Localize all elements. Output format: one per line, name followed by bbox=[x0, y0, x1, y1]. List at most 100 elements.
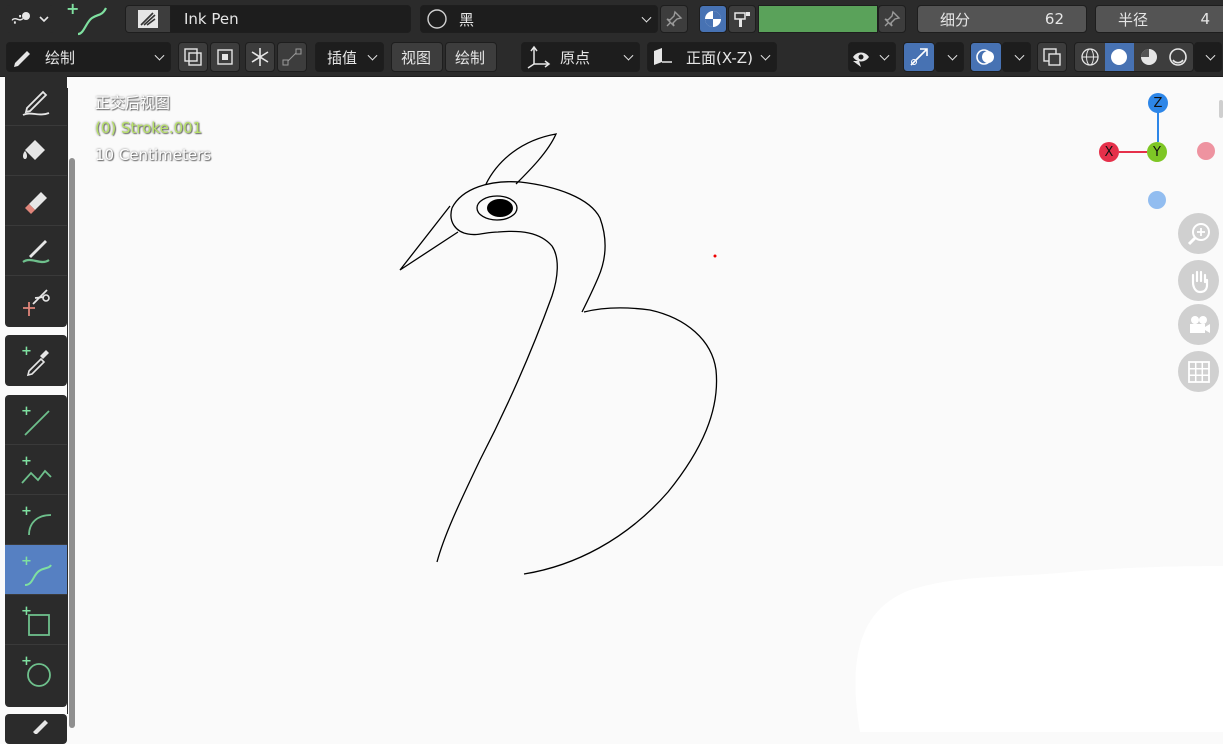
interpolate-menu[interactable]: 插值 bbox=[315, 42, 384, 72]
rendered-sphere-icon bbox=[1169, 48, 1188, 66]
xray-toggle[interactable] bbox=[1037, 42, 1067, 72]
3d-cursor-dot bbox=[713, 254, 717, 258]
vertex-color-button[interactable] bbox=[728, 5, 756, 33]
visibility-dropdown[interactable] bbox=[848, 42, 896, 72]
mode-label: 绘制 bbox=[45, 48, 76, 67]
tool-tint[interactable] bbox=[5, 226, 67, 276]
zoom-icon bbox=[1187, 222, 1210, 245]
pin-color-button[interactable] bbox=[878, 5, 906, 33]
ortho-toggle-button[interactable] bbox=[1178, 351, 1219, 392]
curve-tool-header-icon[interactable]: + bbox=[64, 0, 112, 38]
plane-icon bbox=[654, 48, 672, 65]
material-shading-button[interactable] bbox=[1134, 43, 1164, 71]
mask-button[interactable] bbox=[210, 42, 240, 72]
gizmo-axis-y[interactable]: Y bbox=[1147, 142, 1167, 162]
shading-dropdown[interactable] bbox=[1194, 42, 1222, 72]
tool-line[interactable]: + bbox=[5, 395, 67, 445]
draw-menu-label: 绘制 bbox=[455, 48, 486, 67]
eye-pointer-icon bbox=[853, 52, 869, 67]
snowflake-button[interactable] bbox=[245, 42, 275, 72]
object-name-text: (0) Stroke.001 bbox=[95, 119, 203, 137]
gizmo-dropdown[interactable] bbox=[935, 42, 964, 72]
stroke-select-button[interactable] bbox=[277, 42, 307, 72]
radius-field[interactable]: 半径 4 bbox=[1095, 5, 1223, 33]
tool-curve[interactable]: + bbox=[5, 545, 67, 595]
multiframe-button[interactable] bbox=[178, 42, 208, 72]
snowflake-icon bbox=[251, 48, 269, 66]
zoom-button[interactable] bbox=[1178, 213, 1219, 254]
rendered-shading-button[interactable] bbox=[1164, 43, 1194, 71]
pan-button[interactable] bbox=[1178, 260, 1219, 301]
svg-text:+: + bbox=[21, 344, 32, 359]
gizmo-axis-neg-x[interactable] bbox=[1197, 142, 1215, 160]
viewport-canvas[interactable] bbox=[76, 77, 1223, 732]
wireframe-sphere-icon bbox=[1081, 48, 1099, 66]
gizmo-axis-neg-z[interactable] bbox=[1148, 191, 1166, 209]
tint-brush-icon bbox=[22, 239, 50, 263]
shading-group bbox=[1074, 42, 1194, 72]
tool-eyedropper[interactable]: + bbox=[5, 335, 67, 385]
color-swatch[interactable] bbox=[758, 5, 878, 33]
wireframe-shading-button[interactable] bbox=[1075, 43, 1105, 71]
header-bar: ⩫ + Ink Pen 黑 细分 62 半径 4 bbox=[0, 0, 1223, 38]
pin-icon bbox=[884, 10, 901, 27]
material-sphere-icon bbox=[427, 9, 447, 29]
draw-menu[interactable]: 绘制 bbox=[445, 42, 497, 72]
tool-box[interactable]: + bbox=[5, 595, 67, 645]
gizmo-axis-z[interactable]: Z bbox=[1148, 93, 1168, 113]
navigation-gizmo[interactable]: Z X Y bbox=[1095, 90, 1223, 215]
region-edge-handle[interactable] bbox=[1219, 100, 1223, 118]
svg-text:+: + bbox=[21, 404, 32, 419]
overlay-toggle[interactable] bbox=[970, 42, 1002, 72]
toolbar-scrollbar-thumb[interactable] bbox=[69, 158, 75, 728]
stroke-link-icon bbox=[282, 48, 302, 66]
radius-value: 4 bbox=[1200, 10, 1210, 28]
grease-pencil-editor-icon: ⩫ bbox=[10, 9, 49, 30]
gizmo-toggle[interactable] bbox=[903, 42, 935, 72]
editor-type-button[interactable]: ⩫ bbox=[6, 5, 54, 33]
viewport-header: 绘制 插值 视图 绘制 原点 正面(X-Z) bbox=[0, 38, 1223, 77]
peacock-stroke bbox=[399, 133, 718, 575]
color-mode-button[interactable] bbox=[699, 5, 727, 33]
gizmo-arrows-icon bbox=[910, 48, 928, 66]
tool-polyline[interactable]: + bbox=[5, 445, 67, 495]
brush-selector[interactable]: Ink Pen bbox=[125, 5, 411, 33]
pin-material-button[interactable] bbox=[660, 5, 688, 33]
tool-draw[interactable] bbox=[5, 76, 67, 126]
mode-selector[interactable]: 绘制 bbox=[6, 42, 171, 72]
origin-selector[interactable]: 原点 bbox=[521, 42, 640, 72]
paint-bucket-icon bbox=[734, 12, 750, 27]
svg-text:+: + bbox=[21, 604, 32, 619]
material-selector[interactable]: 黑 bbox=[420, 5, 658, 33]
tool-arc[interactable]: + bbox=[5, 495, 67, 545]
tool-edit[interactable] bbox=[5, 714, 67, 744]
toolbar-primitives-group: + + + + + + bbox=[5, 395, 67, 707]
overlay-dropdown[interactable] bbox=[1002, 42, 1031, 72]
tool-cutter[interactable] bbox=[5, 276, 67, 326]
svg-text:+: + bbox=[21, 504, 32, 519]
material-name: 黑 bbox=[459, 10, 475, 29]
draw-brush-icon bbox=[22, 90, 50, 116]
toolbar-scrollbar[interactable] bbox=[67, 88, 76, 728]
subdivide-field[interactable]: 细分 62 bbox=[917, 5, 1087, 33]
camera-icon bbox=[1189, 315, 1210, 333]
gizmo-axis-x[interactable]: X bbox=[1099, 142, 1119, 162]
pencil-icon bbox=[14, 51, 30, 67]
peacock-eye bbox=[487, 199, 513, 217]
view-menu[interactable]: 视图 bbox=[391, 42, 443, 72]
scale-text: 10 Centimeters bbox=[95, 146, 212, 164]
arc-icon: + bbox=[21, 504, 52, 535]
svg-text:⩫: ⩫ bbox=[10, 9, 25, 30]
svg-text:+: + bbox=[66, 0, 79, 18]
tool-erase[interactable] bbox=[5, 176, 67, 226]
plane-selector[interactable]: 正面(X-Z) bbox=[647, 42, 777, 72]
view-menu-label: 视图 bbox=[401, 48, 432, 67]
material-preview-icon bbox=[1140, 49, 1157, 65]
camera-view-button[interactable] bbox=[1178, 304, 1219, 345]
solid-shading-button[interactable] bbox=[1104, 43, 1134, 71]
xray-icon bbox=[1043, 48, 1061, 66]
eraser-icon bbox=[25, 191, 47, 214]
brush-name: Ink Pen bbox=[184, 10, 239, 28]
tool-fill[interactable] bbox=[5, 126, 67, 176]
tool-circle[interactable]: + bbox=[5, 645, 67, 695]
